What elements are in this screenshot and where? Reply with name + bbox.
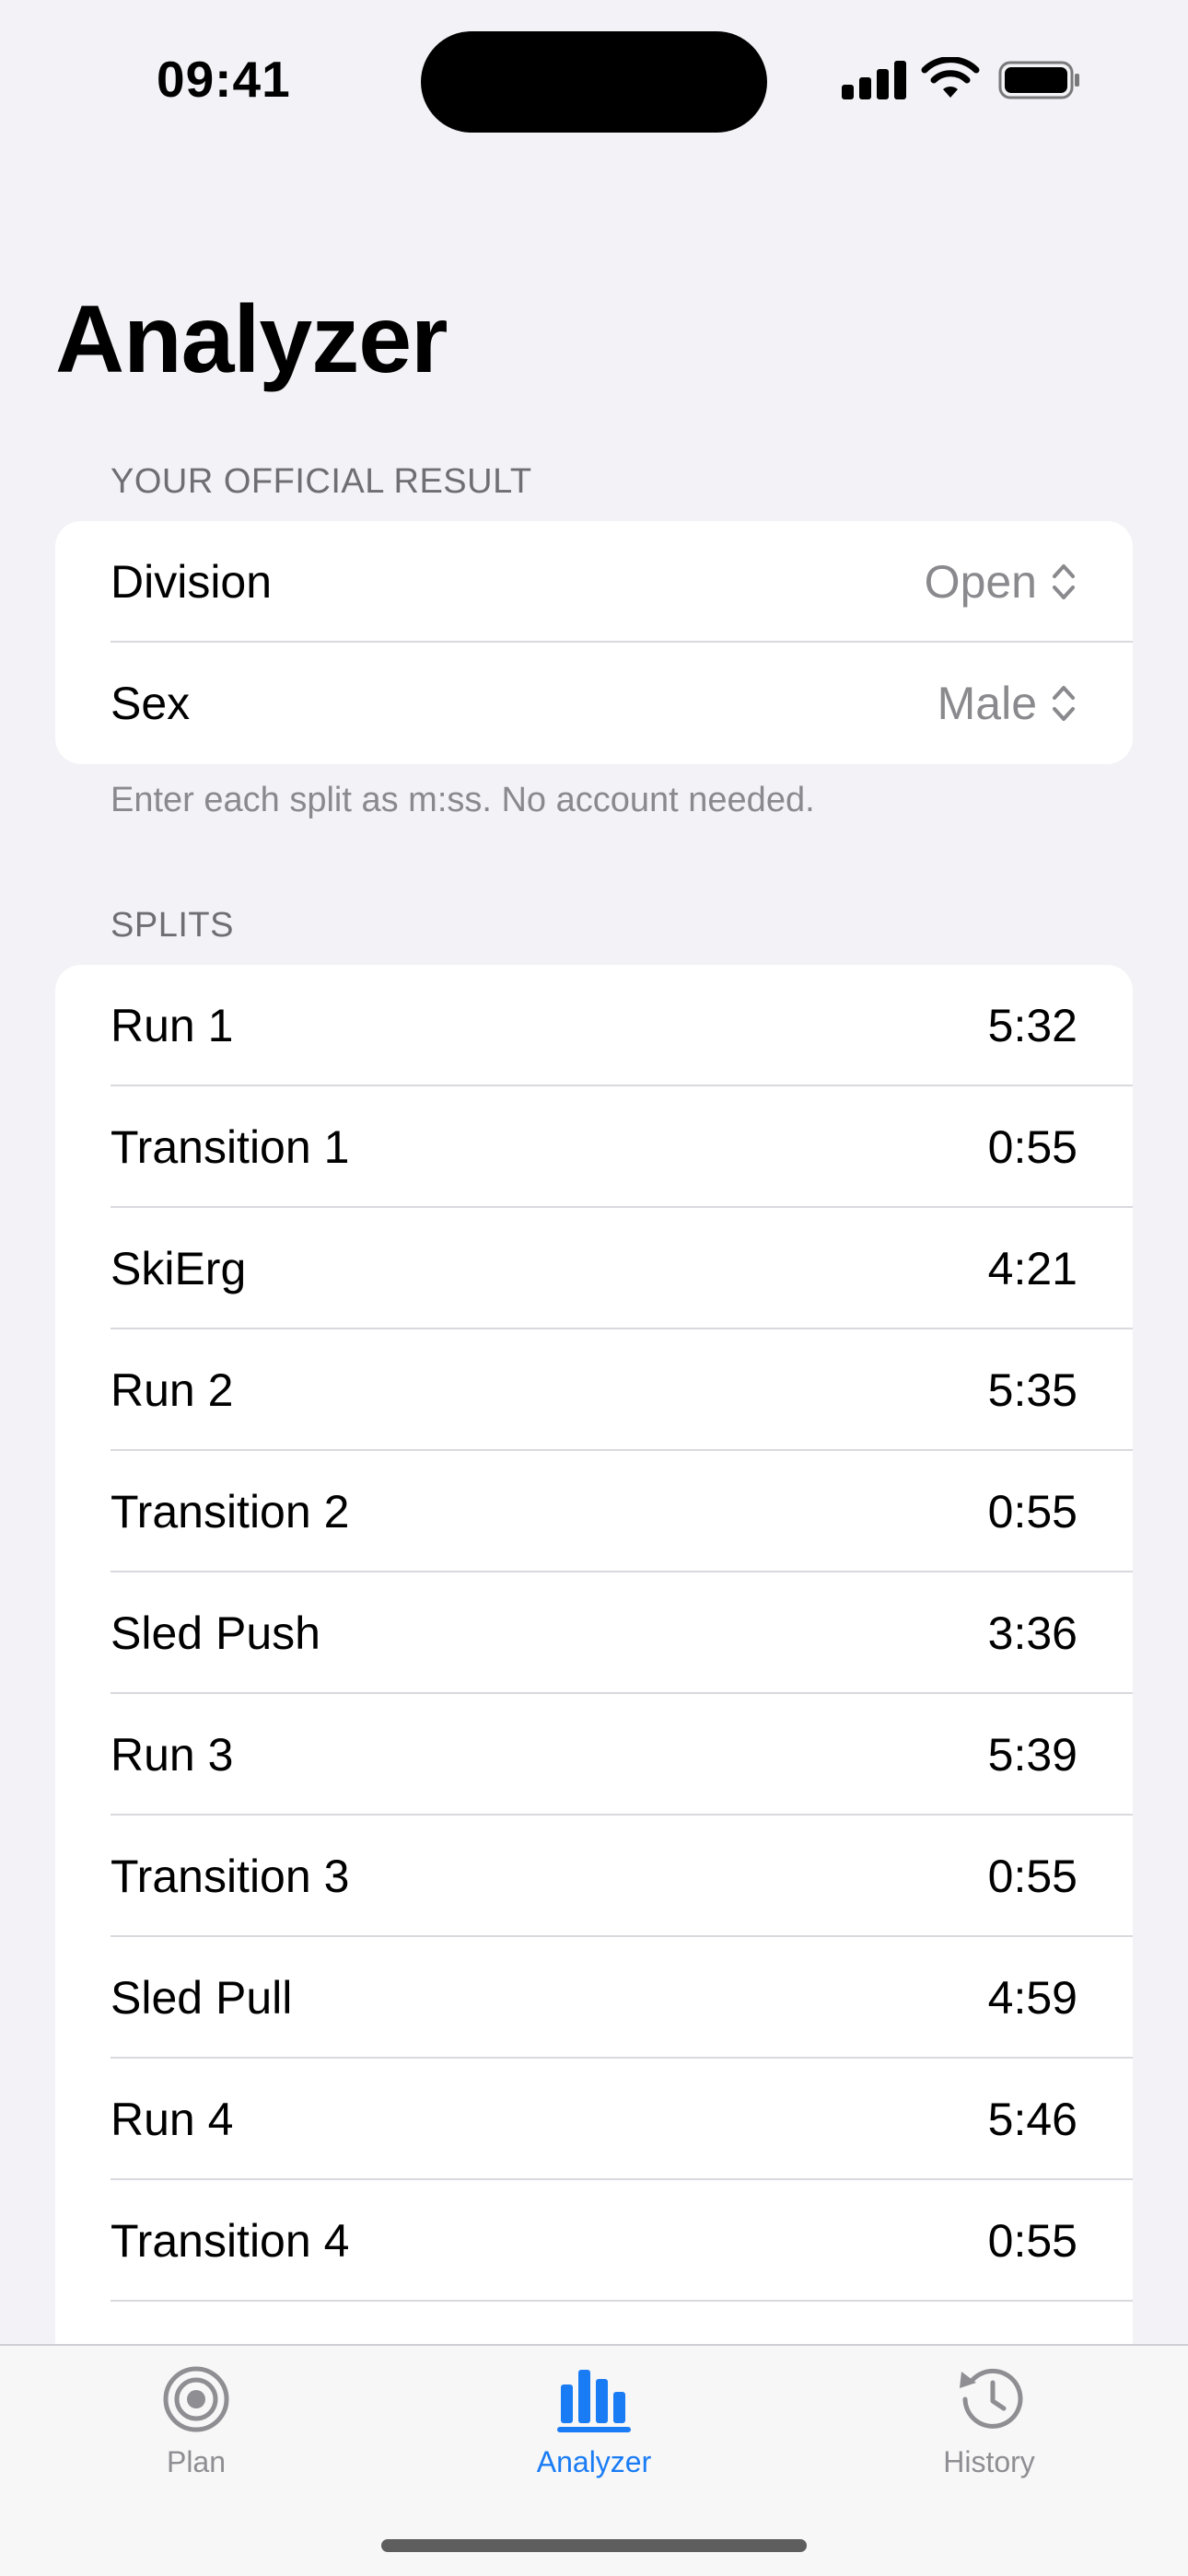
split-time-input[interactable]: 5:32 xyxy=(988,999,1077,1052)
split-row[interactable]: Transition 1 0:55 xyxy=(55,1086,1133,1208)
splits-header: SPLITS xyxy=(111,906,234,945)
division-label: Division xyxy=(111,556,273,608)
split-time-input[interactable]: 5:46 xyxy=(988,2093,1077,2146)
split-time-input[interactable]: 3:36 xyxy=(988,1607,1077,1660)
split-label: Run 4 xyxy=(111,2094,234,2145)
split-label: Transition 3 xyxy=(111,1851,350,1902)
battery-icon xyxy=(998,61,1079,99)
split-label: Run 3 xyxy=(111,1729,234,1781)
tab-history-label: History xyxy=(943,2445,1035,2478)
tab-analyzer[interactable]: Analyzer xyxy=(456,2364,732,2479)
split-label: Run 1 xyxy=(111,1000,234,1051)
status-time: 09:41 xyxy=(157,51,291,108)
page-title: Analyzer xyxy=(55,286,448,393)
split-row[interactable]: Run 2 5:35 xyxy=(55,1329,1133,1451)
tab-analyzer-label: Analyzer xyxy=(536,2445,652,2478)
wifi-icon xyxy=(921,57,980,98)
sex-value: Male xyxy=(937,678,1037,729)
split-row[interactable]: Run 4 5:46 xyxy=(55,2059,1133,2180)
split-time-input[interactable]: 5:39 xyxy=(988,1728,1077,1781)
split-time-input[interactable]: 0:55 xyxy=(988,1485,1077,1538)
official-result-card: Division Open Sex Male xyxy=(55,521,1133,764)
split-time-input[interactable]: 4:59 xyxy=(988,1971,1077,2025)
split-row[interactable]: Sled Pull 4:59 xyxy=(55,1937,1133,2059)
split-label: Run 2 xyxy=(111,1364,234,1416)
split-time-input[interactable]: 5:35 xyxy=(988,1363,1077,1417)
tab-plan[interactable]: Plan xyxy=(58,2364,334,2479)
chevron-up-down-icon xyxy=(1053,686,1075,721)
split-label: Sled Push xyxy=(111,1607,320,1659)
split-time-input[interactable]: 0:55 xyxy=(988,2214,1077,2268)
split-label: SkiErg xyxy=(111,1243,247,1294)
tab-plan-label: Plan xyxy=(166,2445,227,2478)
bar-chart-icon xyxy=(557,2370,631,2432)
split-row[interactable]: Transition 2 0:55 xyxy=(55,1451,1133,1572)
chevron-up-down-icon xyxy=(1053,564,1075,599)
split-time-input[interactable]: 0:55 xyxy=(988,1120,1077,1174)
split-row[interactable]: Transition 4 0:55 xyxy=(55,2180,1133,2302)
split-time-input[interactable]: 4:21 xyxy=(988,1242,1077,1295)
division-value: Open xyxy=(924,556,1037,608)
split-label: Sled Pull xyxy=(111,1972,293,2024)
split-time-input[interactable]: 0:55 xyxy=(988,1850,1077,1903)
home-indicator[interactable] xyxy=(381,2539,807,2552)
division-row[interactable]: Division Open xyxy=(55,521,1133,643)
official-result-header: YOUR OFFICIAL RESULT xyxy=(111,462,532,501)
split-row[interactable]: SkiErg 4:21 xyxy=(55,1208,1133,1329)
dynamic-island xyxy=(421,31,767,133)
splits-card: Run 1 5:32 Transition 1 0:55 SkiErg 4:21… xyxy=(55,965,1133,2344)
sex-label: Sex xyxy=(111,678,191,729)
split-label: Transition 4 xyxy=(111,2215,350,2267)
split-label: Transition 1 xyxy=(111,1121,350,1173)
target-icon xyxy=(163,2366,229,2432)
split-row[interactable]: Run 1 5:32 xyxy=(55,965,1133,1086)
division-picker[interactable]: Open xyxy=(925,555,1077,609)
tab-history[interactable]: History xyxy=(851,2364,1127,2479)
split-label: Transition 2 xyxy=(111,1486,350,1537)
split-row[interactable]: Run 3 5:39 xyxy=(55,1694,1133,1816)
sex-picker[interactable]: Male xyxy=(938,677,1077,730)
clock-history-icon xyxy=(960,2368,1023,2429)
sex-row[interactable]: Sex Male xyxy=(55,643,1133,764)
split-row[interactable]: Transition 3 0:55 xyxy=(55,1816,1133,1937)
split-row[interactable]: Sled Push 3:36 xyxy=(55,1572,1133,1694)
cellular-signal-icon xyxy=(842,61,906,99)
official-result-footnote: Enter each split as m:ss. No account nee… xyxy=(111,781,815,819)
